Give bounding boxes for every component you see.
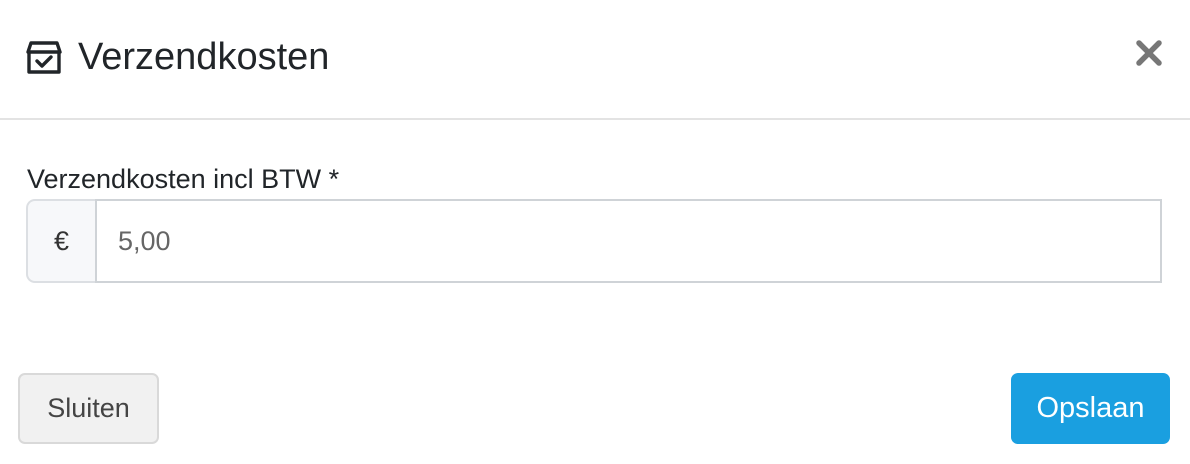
- box-check-icon: [25, 39, 63, 77]
- close-icon[interactable]: [1134, 38, 1164, 68]
- close-button[interactable]: Sluiten: [18, 373, 159, 444]
- shipping-cost-input-group: €: [26, 199, 1162, 283]
- shipping-cost-input[interactable]: [95, 199, 1162, 283]
- shipping-cost-modal: Verzendkosten Verzendkosten incl BTW * €…: [0, 0, 1190, 464]
- modal-header: Verzendkosten: [0, 0, 1190, 120]
- modal-title: Verzendkosten: [78, 36, 330, 78]
- currency-addon: €: [26, 199, 95, 283]
- save-button[interactable]: Opslaan: [1011, 373, 1170, 444]
- shipping-cost-label: Verzendkosten incl BTW *: [27, 164, 340, 194]
